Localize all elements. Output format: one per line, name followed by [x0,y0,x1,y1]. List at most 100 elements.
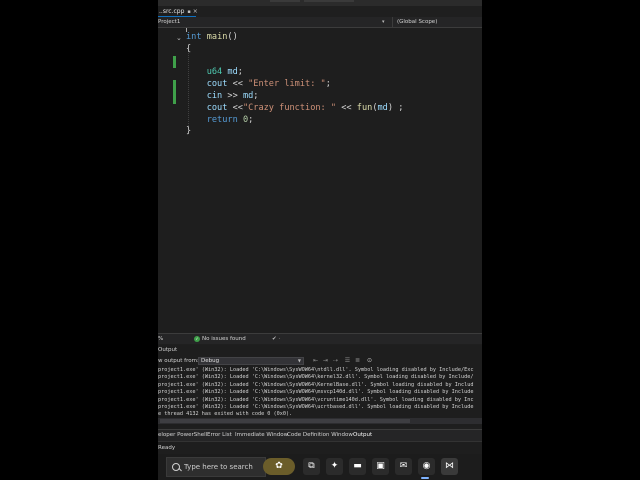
code-line[interactable]: } [186,126,403,138]
project-dropdown[interactable]: Project1 [158,17,390,27]
code-token: << [336,102,357,113]
code-token: "Enter limit: " [248,79,326,90]
editor-gutter: ⌄ [158,28,182,333]
search-icon-handle [178,467,182,472]
code-token: } [186,126,192,137]
chevron-down-icon[interactable]: ▾ [382,17,385,27]
output-line: project1.exe' (Win32): Loaded 'C:\Window… [158,396,474,403]
close-tab-icon[interactable]: × [193,8,198,15]
scrollbar-thumb[interactable] [160,419,410,423]
chrome-icon[interactable]: ◉ [418,458,435,475]
output-line: project1.exe' (Win32): Loaded 'C:\Window… [158,367,474,373]
horizontal-scrollbar[interactable] [158,418,482,424]
taskbar: Type here to search ✿ ⧉ ✦ ▬ ▣ ✉ ◉ ⋈ [158,454,482,480]
code-line[interactable]: return 0; [186,115,403,127]
output-panel-title: Output [158,347,178,353]
code-token: >> [222,90,243,101]
title-strip-segment [270,0,300,2]
settings-icon[interactable]: ⊙ [366,357,373,364]
file-explorer-icon[interactable]: ▬ [349,458,366,475]
output-panel: Output w output from: Debug ▼ ⇤ ⇥ ⇢ ☰ ≣ … [158,345,482,427]
project-name: Project1 [158,19,181,25]
scope-label: (Global Scope) [397,19,438,25]
code-token: cin [206,90,223,101]
change-bar [173,80,176,104]
code-token: md [227,67,238,78]
output-source-label: w output from: [158,358,199,364]
pin-icon[interactable]: ▪ [187,9,190,15]
code-token: u64 [206,67,223,78]
tool-window-tab[interactable]: Error List [207,430,232,441]
code-token: ; [248,114,254,125]
code-token: ; [253,90,259,101]
chevron-down-icon: ▼ [297,358,301,363]
visual-studio-window: ..src.cpp ▪ × Project1 ▾ (Global Scope) ⌄ … [158,0,482,480]
code-token: ) ; [387,102,404,113]
code-line[interactable]: cout << "Enter limit: "; [186,79,403,91]
zoom-level[interactable]: % [158,334,163,344]
code-line[interactable]: cout <<"Crazy function: " << fun(md) ; [186,102,404,115]
output-line: project1.exe' (Win32): Loaded 'C:\Window… [158,381,474,388]
tool-window-tabs: eloper PowerShell Error List Immediate Win… [158,429,482,442]
find-next-icon[interactable]: ⇥ [322,357,329,364]
active-app-indicator [421,477,429,479]
word-wrap-icon[interactable]: ≣ [354,357,361,364]
issues-status[interactable]: No issues found [202,334,246,344]
search-placeholder: Type here to search [184,463,253,471]
document-tab-row: ..src.cpp ▪ × [158,6,482,17]
output-line: project1.exe' (Win32): Loaded 'C:\Window… [158,389,474,396]
mail-icon[interactable]: ✉ [395,458,412,475]
task-view-icon[interactable]: ⧉ [303,458,320,475]
find-previous-icon[interactable]: ⇤ [312,357,319,364]
title-strip-segment [304,0,354,2]
change-bar [173,56,176,68]
code-token: "Crazy function: " [242,102,337,113]
collapse-icon[interactable]: ⌄ [176,34,182,42]
clear-all-icon[interactable]: ☰ [344,357,351,364]
code-text[interactable]: int main(){ u64 md; cout << "Enter limit… [186,32,403,138]
output-source-select[interactable]: Debug ▼ [198,357,304,365]
code-token: ; [237,67,243,78]
code-token: cout [206,79,228,90]
code-line[interactable] [186,56,403,68]
scope-dropdown[interactable]: (Global Scope) [392,17,482,27]
output-text[interactable]: project1.exe' (Win32): Loaded 'C:\Window… [158,367,473,419]
store-icon[interactable]: ▣ [372,458,389,475]
tool-window-tab[interactable]: eloper PowerShell [158,430,207,441]
news-widget-icon[interactable]: ✿ [263,458,295,475]
code-token: cout [206,102,228,113]
code-token: { [186,43,192,54]
code-line[interactable]: cin >> md; [186,91,403,103]
taskbar-search-input[interactable]: Type here to search [166,457,266,477]
visual-studio-icon[interactable]: ⋈ [441,458,458,475]
code-token: int [186,32,202,42]
code-line[interactable]: { [186,44,403,56]
code-token: << [227,79,249,90]
output-line: project1.exe' (Win32): Loaded 'C:\Window… [158,374,474,381]
copilot-icon[interactable]: ✦ [326,458,343,475]
output-line: project1.exe' (Win32): Loaded 'C:\Window… [158,403,474,410]
code-editor[interactable]: ⌄ int main(){ u64 md; cout << "Enter lim… [158,28,482,333]
document-tab[interactable]: ..src.cpp ▪ × [158,6,198,17]
code-token: md [242,90,254,101]
navigation-bar: Project1 ▾ (Global Scope) [158,17,482,28]
code-cleanup-icon[interactable]: ✔ · [272,334,280,344]
tool-window-tab[interactable]: Code Definition Window [287,430,353,441]
code-token: main [206,32,228,42]
check-circle-icon: ✓ [194,336,200,342]
code-line[interactable]: u64 md; [186,67,403,79]
code-token: << [227,102,243,113]
goto-source-icon[interactable]: ⇢ [332,357,339,364]
status-bar: Ready [158,441,482,455]
tool-window-tab[interactable]: Immediate Window [235,430,288,441]
code-token: return [206,114,238,125]
code-line[interactable]: int main() [186,32,403,44]
code-token: fun [356,102,373,113]
code-token: md [377,102,388,113]
editor-status-bar: % ✓ No issues found ✔ · [158,333,482,344]
